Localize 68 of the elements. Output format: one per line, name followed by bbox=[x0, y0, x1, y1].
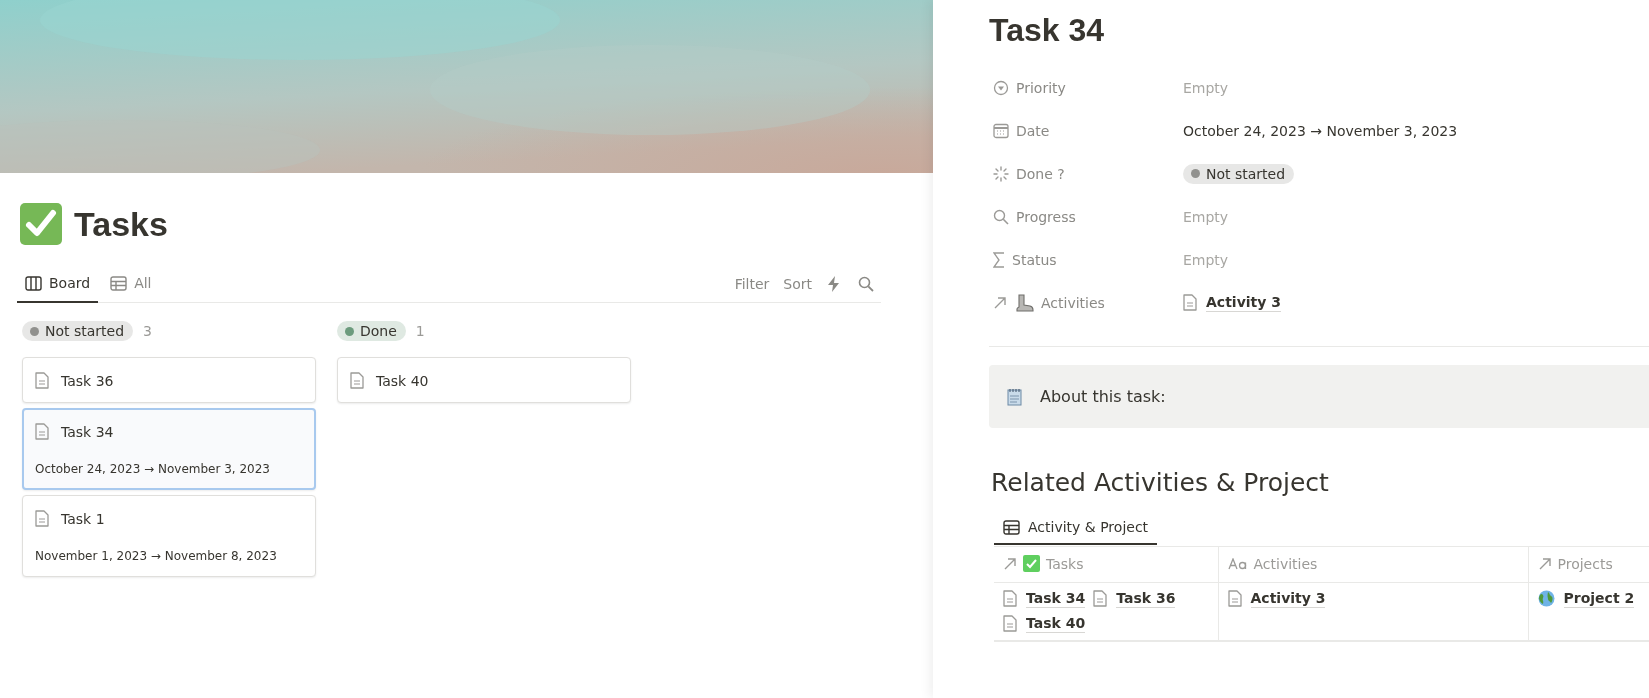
property-label: Progress bbox=[1016, 208, 1076, 225]
search-icon bbox=[993, 208, 1009, 225]
group-count: 3 bbox=[143, 323, 152, 339]
card-title: Task 40 bbox=[376, 372, 429, 389]
property-label: Done ? bbox=[1016, 165, 1065, 182]
view-tab[interactable]: Activity & Project bbox=[994, 513, 1158, 545]
relation-link[interactable]: Activity 3 bbox=[1250, 589, 1326, 609]
page-icon bbox=[35, 372, 49, 389]
page-icon bbox=[1003, 590, 1017, 608]
page-icon bbox=[1183, 294, 1197, 311]
dot-icon bbox=[30, 326, 39, 336]
card-title: Task 36 bbox=[61, 372, 114, 389]
notepad-icon bbox=[1007, 387, 1022, 406]
page-icon bbox=[1093, 590, 1108, 608]
page-icon bbox=[35, 423, 49, 440]
card-date: November 1, 2023 → November 8, 2023 bbox=[35, 549, 278, 563]
card-title: Task 1 bbox=[61, 510, 105, 527]
status-tag: Not started bbox=[22, 321, 134, 341]
lightning-icon[interactable] bbox=[828, 275, 840, 292]
relation-link[interactable]: Activity 3 bbox=[1206, 292, 1281, 313]
text-type-icon bbox=[1227, 558, 1248, 570]
status-tag[interactable]: Not started bbox=[1183, 163, 1295, 184]
task-card[interactable]: Task 1 November 1, 2023 → November 8, 2023 bbox=[22, 495, 316, 577]
task-card[interactable]: Task 36 bbox=[22, 357, 316, 403]
property-label: Date bbox=[1016, 122, 1050, 139]
sigma-icon bbox=[993, 251, 1005, 268]
checkmark-icon bbox=[20, 203, 62, 245]
card-title: Task 34 bbox=[61, 423, 114, 440]
page-icon bbox=[350, 372, 364, 389]
task-card[interactable]: Task 34 October 24, 2023 → November 3, 2023 bbox=[22, 408, 316, 490]
loading-icon bbox=[993, 165, 1009, 182]
page-icon bbox=[1227, 590, 1242, 608]
property-value[interactable]: October 24, 2023 → November 3, 2023 bbox=[1183, 122, 1458, 139]
dot-icon bbox=[345, 326, 354, 336]
boot-icon bbox=[1016, 293, 1034, 312]
group-count: 1 bbox=[415, 323, 425, 339]
relation-link[interactable]: Task 40 bbox=[1026, 614, 1086, 634]
arrow-icon bbox=[1003, 556, 1017, 571]
callout-text: About this task: bbox=[1040, 387, 1166, 406]
task-card[interactable]: Task 40 bbox=[337, 357, 631, 403]
card-date: October 24, 2023 → November 3, 2023 bbox=[35, 462, 271, 476]
checkmark-icon bbox=[1023, 555, 1040, 573]
view-tab[interactable]: All bbox=[102, 265, 160, 303]
view-tab[interactable]: Board bbox=[17, 265, 99, 303]
arrow-icon bbox=[1537, 556, 1552, 571]
property-label: Activities bbox=[1041, 294, 1105, 311]
property-label: Status bbox=[1012, 251, 1057, 268]
calendar-icon bbox=[993, 122, 1009, 139]
dot-icon bbox=[1191, 169, 1200, 178]
board-icon bbox=[25, 275, 42, 291]
relation-link[interactable]: Task 34 bbox=[1026, 589, 1086, 609]
toolbar-button[interactable]: Sort bbox=[778, 275, 817, 292]
page-icon bbox=[35, 510, 49, 527]
page-title: Tasks bbox=[74, 204, 168, 244]
toolbar-button[interactable]: Filter bbox=[729, 275, 775, 292]
table-icon bbox=[110, 275, 128, 291]
relation-link[interactable]: Project 2 bbox=[1563, 589, 1635, 609]
task-title: Task 34 bbox=[989, 12, 1106, 50]
status-tag: Done bbox=[337, 321, 406, 341]
table-icon bbox=[1003, 519, 1020, 535]
globe-icon bbox=[1537, 590, 1555, 608]
page-icon bbox=[1003, 615, 1017, 633]
dropdown-icon bbox=[993, 79, 1009, 96]
relation-link[interactable]: Task 36 bbox=[1116, 589, 1176, 609]
search-icon[interactable] bbox=[858, 275, 874, 292]
arrow-icon bbox=[993, 295, 1007, 310]
section-heading: Related Activities & Project bbox=[991, 468, 1330, 497]
property-label: Priority bbox=[1016, 79, 1066, 96]
